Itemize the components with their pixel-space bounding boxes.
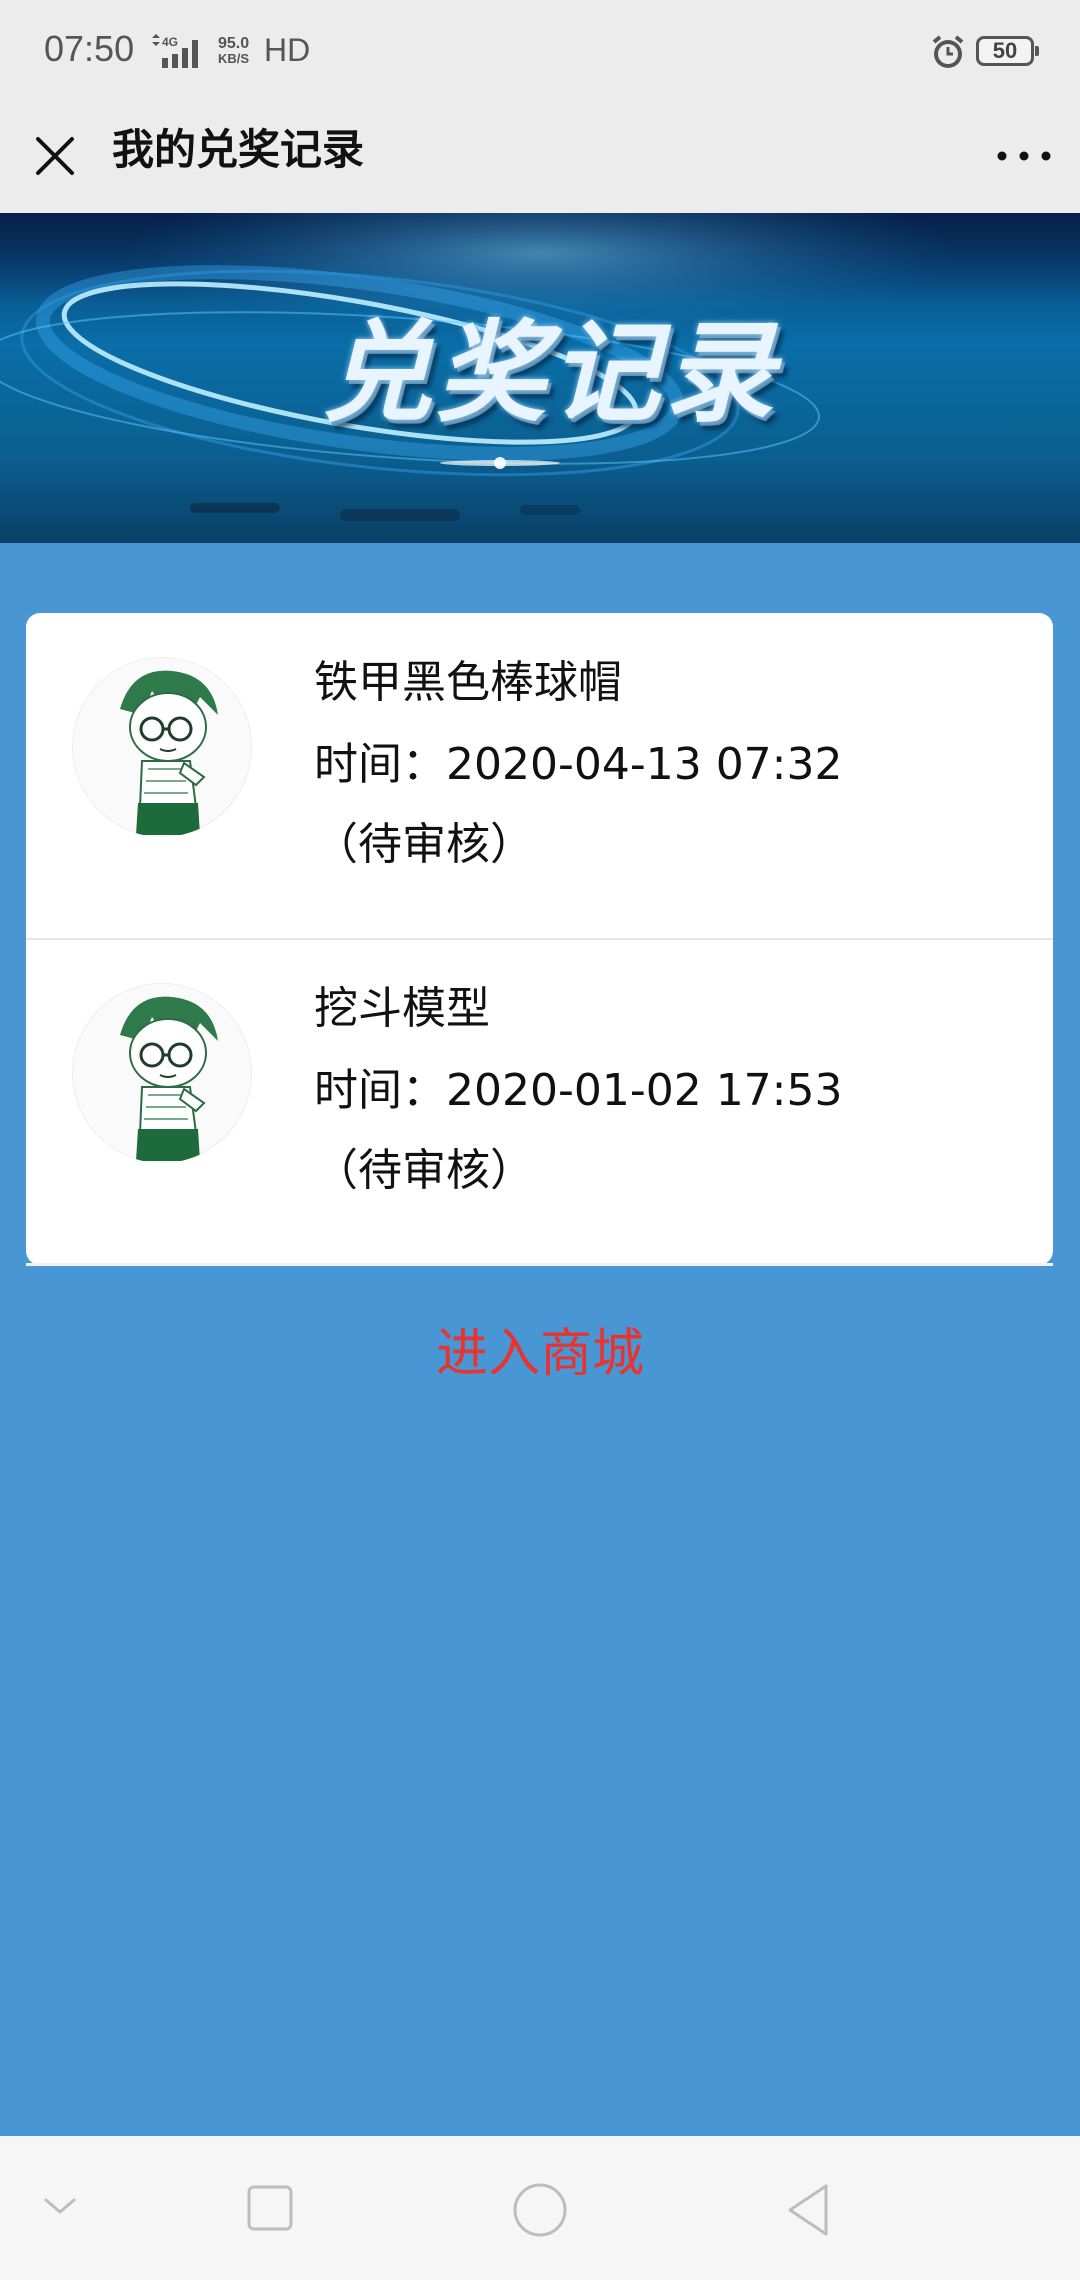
avatar-illustration [120,670,218,835]
page-title: 我的兑奖记录 [112,125,365,174]
records-card: 铁甲黑色棒球帽 时间：2020-04-13 07:32 （待审核） 挖斗模型 时… [26,613,1053,1265]
status-time: 07:50 [44,28,135,69]
collapse-icon[interactable] [40,2186,80,2226]
title-bar: 我的兑奖记录 [0,105,1080,213]
home-icon[interactable] [510,2180,570,2240]
network-speed: 95.0 KB/S [218,36,249,66]
signal-icon: 4G [152,34,198,68]
record-name: 挖斗模型 [314,983,490,1034]
status-bar: 07:50 4G 95.0 KB/S HD 50 [0,0,1080,105]
battery-icon: 50 [976,36,1039,66]
recent-apps-icon[interactable] [244,2182,296,2234]
avatar-illustration [120,996,218,1161]
record-status: （待审核） [314,819,534,870]
hd-indicator: HD [264,32,311,68]
more-icon[interactable] [992,125,1056,187]
banner-title: 兑奖记录 [322,309,778,437]
avatar [72,657,252,837]
back-icon[interactable] [782,2180,838,2240]
navigation-bar [0,2136,1080,2280]
banner: 兑奖记录 [0,213,1080,543]
network-speed-value: 95.0 [218,35,250,52]
card-bottom-divider [26,1263,1053,1266]
network-speed-unit: KB/S [218,51,250,66]
close-icon[interactable] [24,125,86,187]
record-item[interactable]: 挖斗模型 时间：2020-01-02 17:53 （待审核） [26,939,1053,1265]
alarm-icon [932,35,964,68]
enter-mall-link[interactable]: 进入商城 [0,1318,1080,1390]
record-time: 时间：2020-01-02 17:53 [314,1065,843,1116]
avatar [72,983,252,1163]
record-item[interactable]: 铁甲黑色棒球帽 时间：2020-04-13 07:32 （待审核） [26,613,1053,940]
record-name: 铁甲黑色棒球帽 [314,657,622,708]
record-status: （待审核） [314,1145,534,1196]
svg-text:4G: 4G [162,35,178,49]
record-time: 时间：2020-04-13 07:32 [314,739,843,790]
